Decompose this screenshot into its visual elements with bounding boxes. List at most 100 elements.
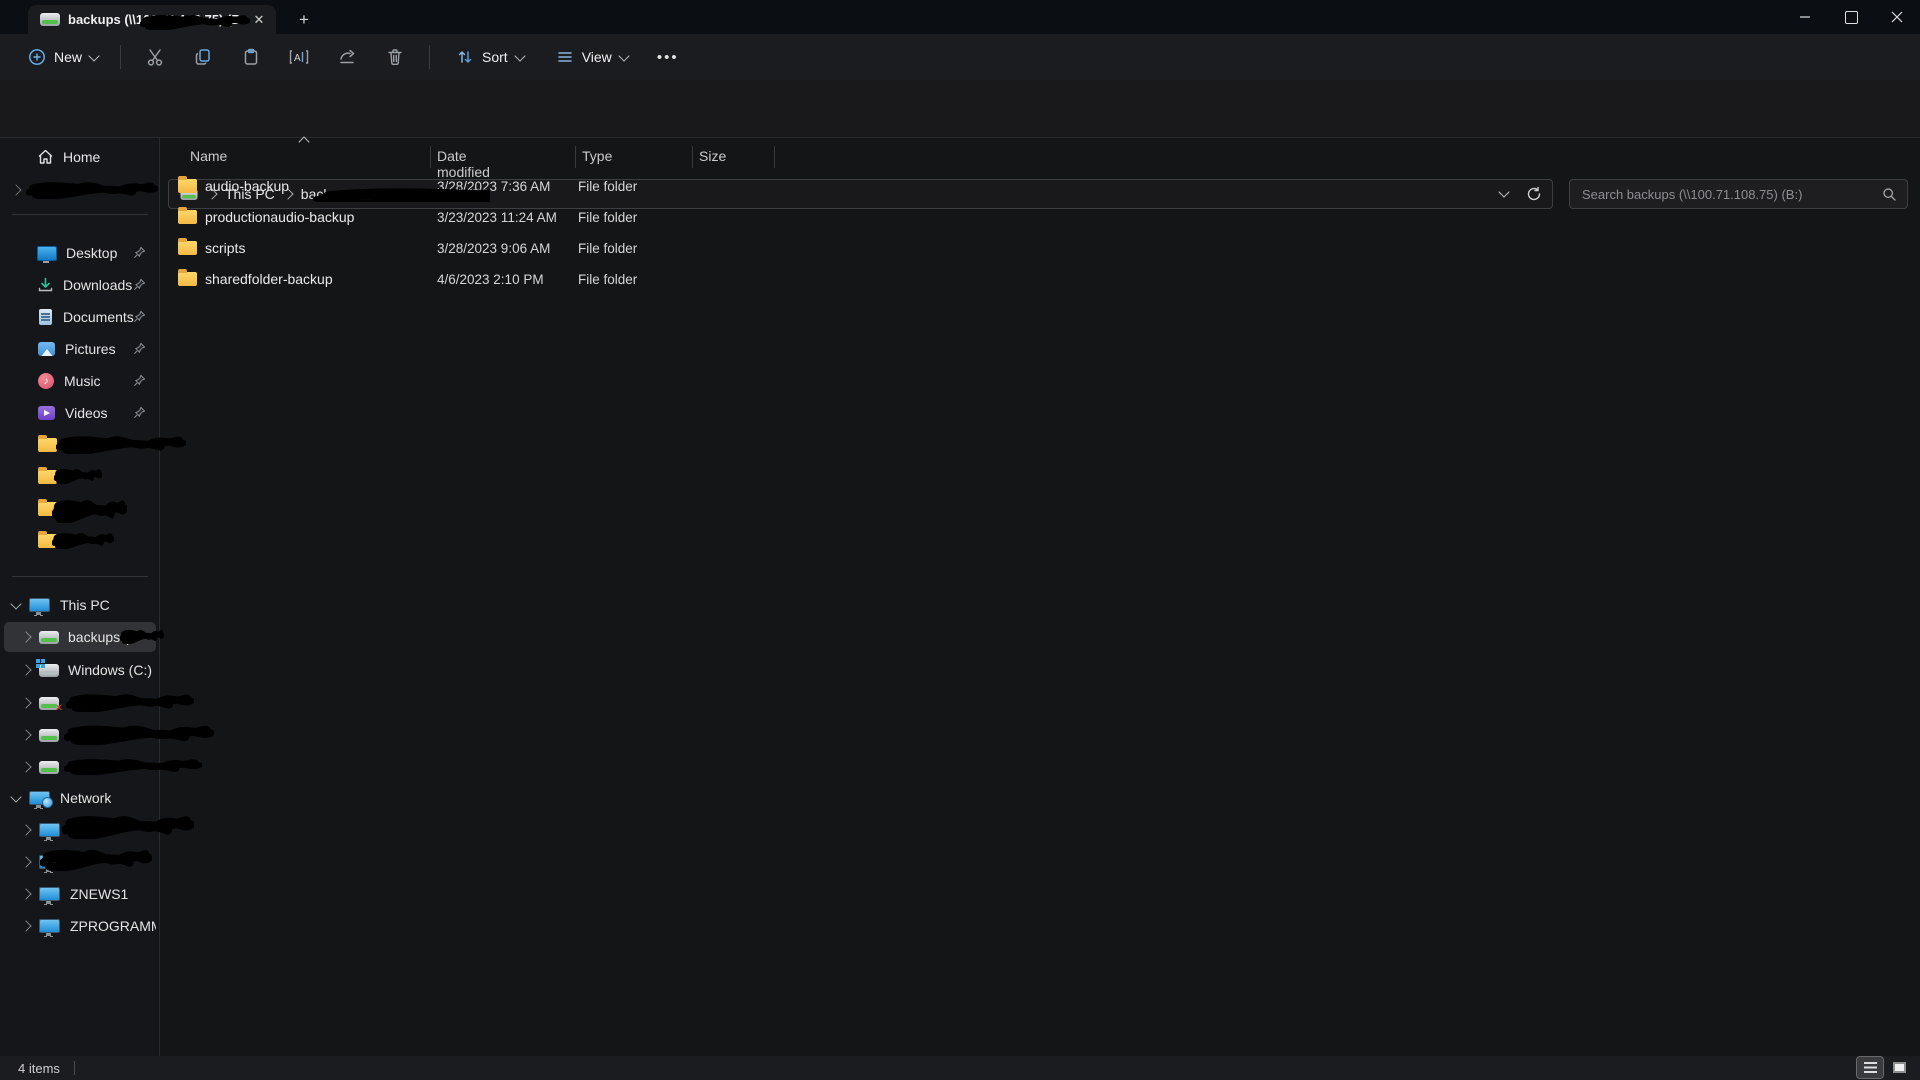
sidebar-item-redacted-drive[interactable]: [4, 720, 156, 750]
see-more-button[interactable]: •••: [648, 40, 688, 74]
file-name: scripts: [205, 240, 245, 256]
sort-ascending-icon: [298, 136, 309, 147]
address-dropdown-icon[interactable]: [1498, 186, 1509, 197]
sidebar-item-videos[interactable]: Videos: [4, 398, 156, 428]
downloads-icon: [37, 277, 54, 293]
sidebar-item-zprogramming[interactable]: ZPROGRAMMING: [4, 911, 156, 941]
sidebar-item-redacted-drive[interactable]: [4, 688, 156, 718]
file-date-modified: 3/28/2023 9:06 AM: [437, 241, 550, 256]
redaction-scribble: [52, 531, 114, 549]
computer-icon: [39, 887, 60, 901]
column-divider[interactable]: [774, 146, 775, 168]
paste-button[interactable]: [231, 40, 271, 74]
column-header-size[interactable]: Size: [699, 148, 726, 164]
copy-icon: [193, 47, 213, 67]
rename-icon: A: [288, 47, 310, 67]
sidebar-item-documents[interactable]: Documents: [4, 302, 156, 332]
search-input[interactable]: [1580, 186, 1882, 203]
documents-icon: [39, 309, 52, 325]
sidebar-item-desktop[interactable]: Desktop: [4, 238, 156, 268]
sidebar-item-label: Downloads: [63, 277, 132, 293]
sidebar-item-pictures[interactable]: Pictures: [4, 334, 156, 364]
file-type: File folder: [578, 210, 637, 225]
column-divider[interactable]: [430, 146, 431, 168]
network-drive-icon: [39, 729, 59, 742]
sidebar-item-windows-c-drive[interactable]: Windows (C:): [4, 655, 156, 685]
table-row[interactable]: sharedfolder-backup 4/6/2023 2:10 PM Fil…: [172, 265, 912, 293]
refresh-icon[interactable]: [1526, 186, 1542, 202]
column-header-name[interactable]: Name: [190, 148, 227, 164]
column-divider[interactable]: [575, 146, 576, 168]
home-icon: [37, 149, 54, 165]
sidebar-item-redacted-account[interactable]: [4, 175, 156, 205]
sidebar-item-network[interactable]: Network: [4, 783, 156, 813]
file-name: productionaudio-backup: [205, 209, 354, 225]
sidebar-item-backups-drive[interactable]: backups (\\: [4, 622, 156, 652]
explorer-tab[interactable]: backups (\\100.71.108.75) (B:) ✕: [28, 5, 276, 34]
divider: [0, 137, 1920, 138]
sidebar-item-music[interactable]: ♪ Music: [4, 366, 156, 396]
pin-icon: [133, 374, 146, 387]
redaction-scribble: [64, 723, 214, 745]
view-button[interactable]: View: [546, 42, 638, 72]
svg-text:A: A: [294, 53, 301, 64]
sort-button-label: Sort: [482, 49, 508, 65]
table-row[interactable]: scripts 3/28/2023 9:06 AM File folder: [172, 234, 912, 262]
cut-button[interactable]: [135, 40, 175, 74]
computer-icon: [39, 823, 60, 837]
redaction-scribble: [26, 180, 158, 199]
folder-icon: [178, 241, 197, 255]
tab-title: backups (\\100.71.108.75) (B:): [68, 12, 242, 27]
redaction-scribble: [62, 813, 194, 839]
details-view-button[interactable]: [1857, 1057, 1883, 1078]
delete-button[interactable]: [375, 40, 415, 74]
network-drive-icon: [40, 13, 60, 26]
share-button[interactable]: [327, 40, 367, 74]
computer-icon: [39, 855, 60, 869]
table-row[interactable]: productionaudio-backup 3/23/2023 11:24 A…: [172, 203, 912, 231]
folder-icon: [178, 272, 197, 286]
sort-button[interactable]: Sort: [446, 42, 534, 72]
sidebar-item-label: Pictures: [65, 341, 116, 357]
disconnected-drive-icon: [39, 697, 59, 710]
sidebar-divider: [12, 576, 148, 577]
sidebar-item-redacted-folder[interactable]: [4, 430, 156, 460]
sidebar-item-redacted-computer[interactable]: [4, 815, 156, 845]
sidebar-item-redacted-folder[interactable]: [4, 526, 156, 556]
copy-button[interactable]: [183, 40, 223, 74]
search-box[interactable]: [1569, 179, 1908, 209]
restore-button[interactable]: [1828, 0, 1874, 34]
redaction-scribble: [66, 692, 194, 712]
new-button[interactable]: New: [16, 42, 110, 72]
sidebar-item-downloads[interactable]: Downloads: [4, 270, 156, 300]
column-header-type[interactable]: Type: [582, 148, 612, 164]
navigation-pane: Home Desktop Downloads Documents Picture…: [0, 138, 159, 1056]
sidebar-item-label: Windows (C:): [68, 662, 152, 678]
sidebar-item-redacted-drive[interactable]: [4, 752, 156, 782]
tab-close-icon[interactable]: ✕: [250, 11, 268, 29]
sidebar-item-redacted-folder[interactable]: [4, 462, 156, 492]
file-type: File folder: [578, 241, 637, 256]
titlebar: backups (\\100.71.108.75) (B:) ✕ +: [0, 0, 1920, 34]
folder-icon: [178, 179, 197, 193]
sidebar-item-label: backups (\\: [68, 629, 136, 645]
new-tab-button[interactable]: +: [292, 8, 316, 32]
sidebar-item-home[interactable]: Home: [4, 142, 156, 172]
file-date-modified: 3/23/2023 11:24 AM: [437, 210, 557, 225]
sidebar-item-this-pc[interactable]: This PC: [4, 590, 156, 620]
column-divider[interactable]: [692, 146, 693, 168]
sidebar-item-znews1[interactable]: ZNEWS1: [4, 879, 156, 909]
divider: [74, 1061, 75, 1075]
folder-icon: [38, 502, 57, 516]
folder-icon: [38, 534, 57, 548]
table-row[interactable]: audio-backup 3/28/2023 7:36 AM File fold…: [172, 172, 912, 200]
file-date-modified: 3/28/2023 7:36 AM: [437, 179, 550, 194]
sidebar-item-redacted-computer[interactable]: [4, 847, 156, 877]
large-thumbnails-view-button[interactable]: [1886, 1057, 1912, 1078]
network-icon: [29, 791, 50, 805]
scissors-icon: [145, 47, 165, 67]
sidebar-item-redacted-folder[interactable]: [4, 494, 156, 524]
rename-button[interactable]: A: [279, 40, 319, 74]
minimize-button[interactable]: [1782, 0, 1828, 34]
close-button[interactable]: [1874, 0, 1920, 34]
